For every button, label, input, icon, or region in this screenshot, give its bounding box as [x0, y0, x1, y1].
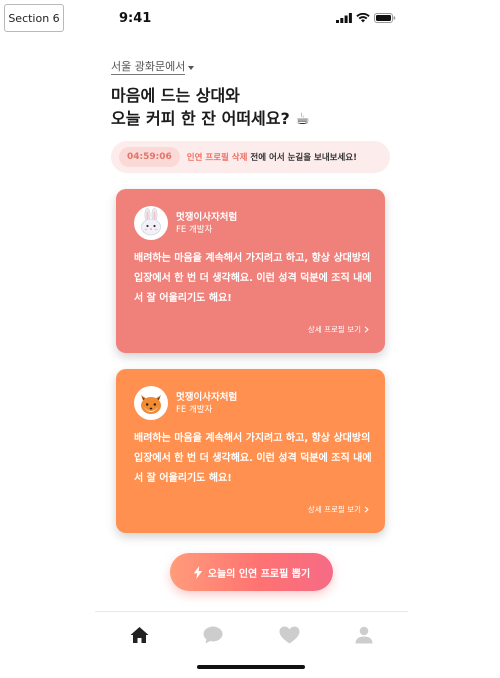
profile-card[interactable]: 멋쟁이사자처럼 FE 개발자 배려하는 마음을 계속해서 가지려고 하고, 항상…: [116, 189, 385, 353]
profile-name: 멋쟁이사자처럼: [176, 212, 238, 223]
profile-card[interactable]: 멋쟁이사자처럼 FE 개발자 배려하는 마음을 계속해서 가지려고 하고, 항상…: [116, 369, 385, 533]
timer-message: 인연 프로필 삭제 전에 어서 눈길을 보내보세요!: [187, 151, 357, 163]
profile-detail-link[interactable]: 상세 프로필 보기: [308, 324, 369, 335]
status-time: 9:41: [119, 11, 152, 26]
signal-icon: [336, 13, 352, 23]
draw-profile-button-label: 오늘의 인연 프로필 뽑기: [207, 568, 311, 580]
profile-name: 멋쟁이사자처럼: [176, 392, 238, 403]
chat-icon: [203, 626, 223, 644]
page-title-line-2: 오늘 커피 한 잔 어떠세요? ☕: [111, 109, 310, 128]
profile-role: FE 개발자: [176, 405, 213, 415]
timer-message-text: 전에 어서 눈길을 보내보세요!: [247, 153, 358, 163]
status-bar: 9:41: [95, 0, 408, 40]
tab-chat[interactable]: [202, 624, 224, 646]
tab-bar-divider: [95, 611, 408, 612]
countdown-badge: 04:59:06: [119, 147, 180, 167]
fox-icon: [141, 395, 161, 414]
fox-avatar: [134, 386, 168, 420]
chevron-right-icon: [364, 326, 369, 333]
location-selector[interactable]: 서울 광화문에서: [111, 60, 195, 75]
page-title-line-1: 마음에 드는 상대와: [111, 86, 240, 105]
rabbit-avatar: [134, 206, 168, 240]
tab-home[interactable]: [128, 624, 150, 646]
home-indicator: [197, 665, 305, 669]
section-label: Section 6: [4, 4, 64, 32]
tab-bar: [95, 620, 408, 650]
tab-likes[interactable]: [278, 624, 300, 646]
heart-icon: [279, 626, 299, 644]
profile-description: 배려하는 마음을 계속해서 가지려고 하고, 항상 상대방의 입장에서 한 번 …: [134, 433, 372, 484]
rabbit-icon: [141, 208, 161, 236]
location-label: 서울 광화문에서: [111, 60, 186, 75]
chevron-down-icon: [188, 65, 195, 70]
draw-profile-button[interactable]: 오늘의 인연 프로필 뽑기: [170, 553, 333, 591]
chevron-right-icon: [364, 506, 369, 513]
profile-detail-link[interactable]: 상세 프로필 보기: [308, 504, 369, 515]
timer-banner: 04:59:06 인연 프로필 삭제 전에 어서 눈길을 보내보세요!: [111, 141, 390, 173]
tab-profile[interactable]: [353, 624, 375, 646]
profile-description: 배려하는 마음을 계속해서 가지려고 하고, 항상 상대방의 입장에서 한 번 …: [134, 253, 372, 304]
lightning-icon: [193, 565, 202, 579]
status-icons: [336, 13, 396, 23]
profile-detail-link-label: 상세 프로필 보기: [307, 505, 361, 514]
timer-accent-text: 인연 프로필 삭제: [186, 153, 248, 163]
profile-role: FE 개발자: [176, 225, 213, 235]
phone-screen: 9:41 서울 광화문에서 마음에 드는 상대와 오늘 커피 한 잔 어떠세요?…: [95, 0, 408, 678]
battery-icon: [374, 13, 396, 23]
profile-icon: [355, 626, 373, 644]
home-icon: [130, 627, 148, 643]
profile-detail-link-label: 상세 프로필 보기: [307, 325, 361, 334]
page-title: 마음에 드는 상대와 오늘 커피 한 잔 어떠세요? ☕: [111, 84, 310, 130]
wifi-icon: [356, 13, 370, 23]
